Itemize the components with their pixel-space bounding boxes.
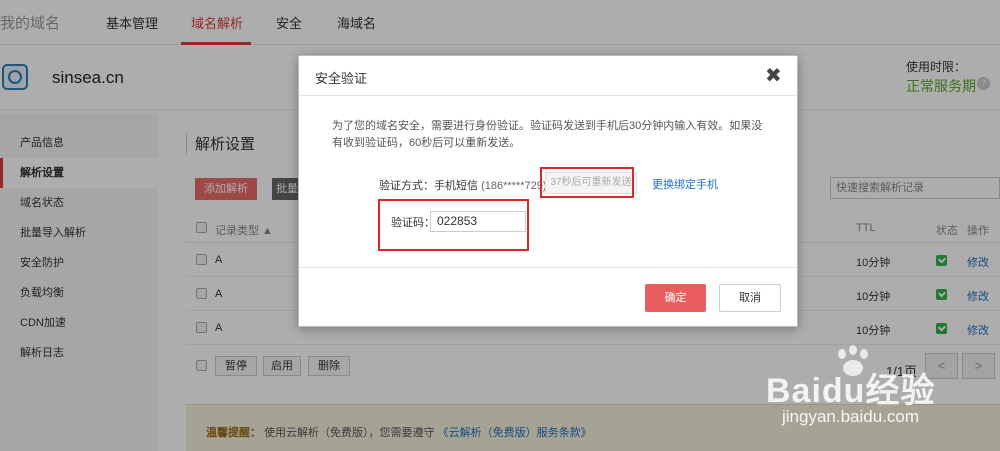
dialog-description: 为了您的域名安全，需要进行身份验证。验证码发送到手机后30分钟内输入有效。如果没… — [332, 120, 763, 149]
verification-method-label: 验证方式：手机短信 — [379, 180, 478, 192]
baidu-watermark: Baidu经验 jingyan.baidu.com — [760, 345, 1000, 451]
cancel-button[interactable]: 取消 — [719, 284, 781, 312]
masked-phone: (186*****729) — [481, 180, 547, 192]
confirm-button[interactable]: 确定 — [645, 284, 706, 312]
close-icon[interactable]: ✖ — [765, 63, 782, 88]
security-verification-dialog: 安全验证 ✖ 为了您的域名安全，需要进行身份验证。验证码发送到手机后30分钟内输… — [298, 55, 798, 327]
watermark-logo-text: Baidu经验 — [766, 372, 936, 410]
highlight-box-code — [378, 199, 529, 251]
dialog-title: 安全验证 — [315, 71, 368, 86]
verification-method: 验证方式：手机短信 (186*****729) — [379, 177, 547, 193]
dialog-divider — [299, 267, 797, 268]
highlight-box-resend — [540, 167, 634, 198]
dialog-header: 安全验证 ✖ — [299, 56, 797, 96]
watermark-url: jingyan.baidu.com — [782, 407, 920, 426]
change-phone-link[interactable]: 更换绑定手机 — [652, 176, 718, 192]
